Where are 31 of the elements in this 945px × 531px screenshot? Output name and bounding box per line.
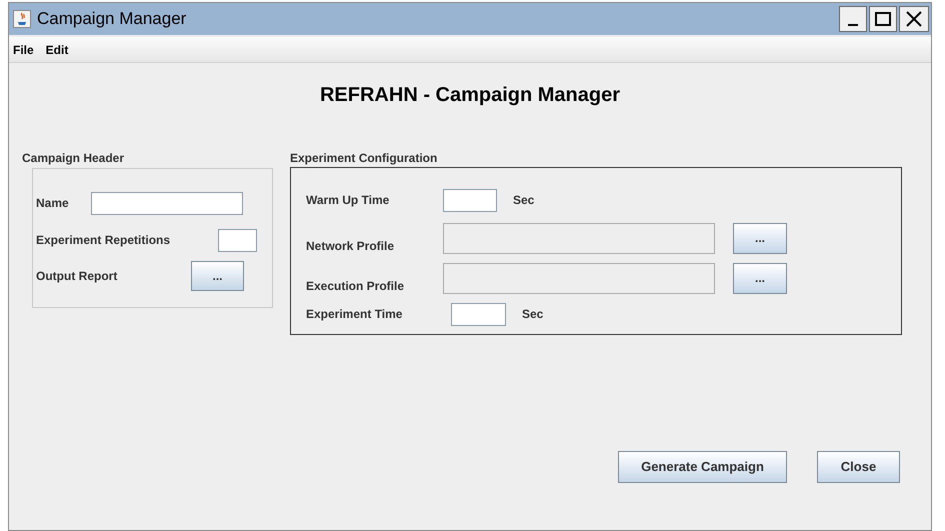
- close-icon: [905, 10, 923, 28]
- close-button[interactable]: [899, 6, 929, 32]
- field-label: Network Profile: [306, 238, 396, 255]
- field-label: Experiment Time: [306, 306, 404, 323]
- input-field[interactable]: [451, 302, 506, 326]
- browse-button[interactable]: ...: [733, 222, 787, 254]
- field-label: Execution Profile: [306, 278, 406, 295]
- page-heading: REFRAHN - Campaign Manager: [318, 83, 622, 108]
- dialog-button[interactable]: Generate Campaign: [618, 451, 787, 483]
- input-field[interactable]: [218, 228, 257, 252]
- dialog-button[interactable]: Close: [817, 451, 900, 483]
- unit-label: Sec: [513, 192, 534, 209]
- path-field[interactable]: [443, 262, 715, 294]
- field-label: Name: [36, 195, 70, 212]
- section-title: Experiment Configuration: [290, 150, 438, 165]
- window-title: Campaign Manager: [37, 8, 186, 30]
- input-field[interactable]: [91, 192, 243, 214]
- menu-item[interactable]: Edit: [46, 40, 68, 58]
- maximize-button[interactable]: [869, 6, 897, 32]
- field-label: Experiment Repetitions: [36, 232, 172, 249]
- menu-item[interactable]: File: [13, 40, 34, 58]
- browse-button[interactable]: ...: [733, 262, 787, 294]
- field-label: Warm Up Time: [306, 192, 390, 209]
- minimize-button[interactable]: [839, 6, 867, 32]
- app-icon: [13, 10, 31, 28]
- browse-button[interactable]: ...: [191, 261, 244, 291]
- input-field[interactable]: [443, 188, 497, 212]
- path-field[interactable]: [443, 222, 715, 254]
- unit-label: Sec: [522, 306, 544, 323]
- field-label: Output Report: [36, 268, 118, 285]
- section-title: Campaign Header: [22, 150, 126, 165]
